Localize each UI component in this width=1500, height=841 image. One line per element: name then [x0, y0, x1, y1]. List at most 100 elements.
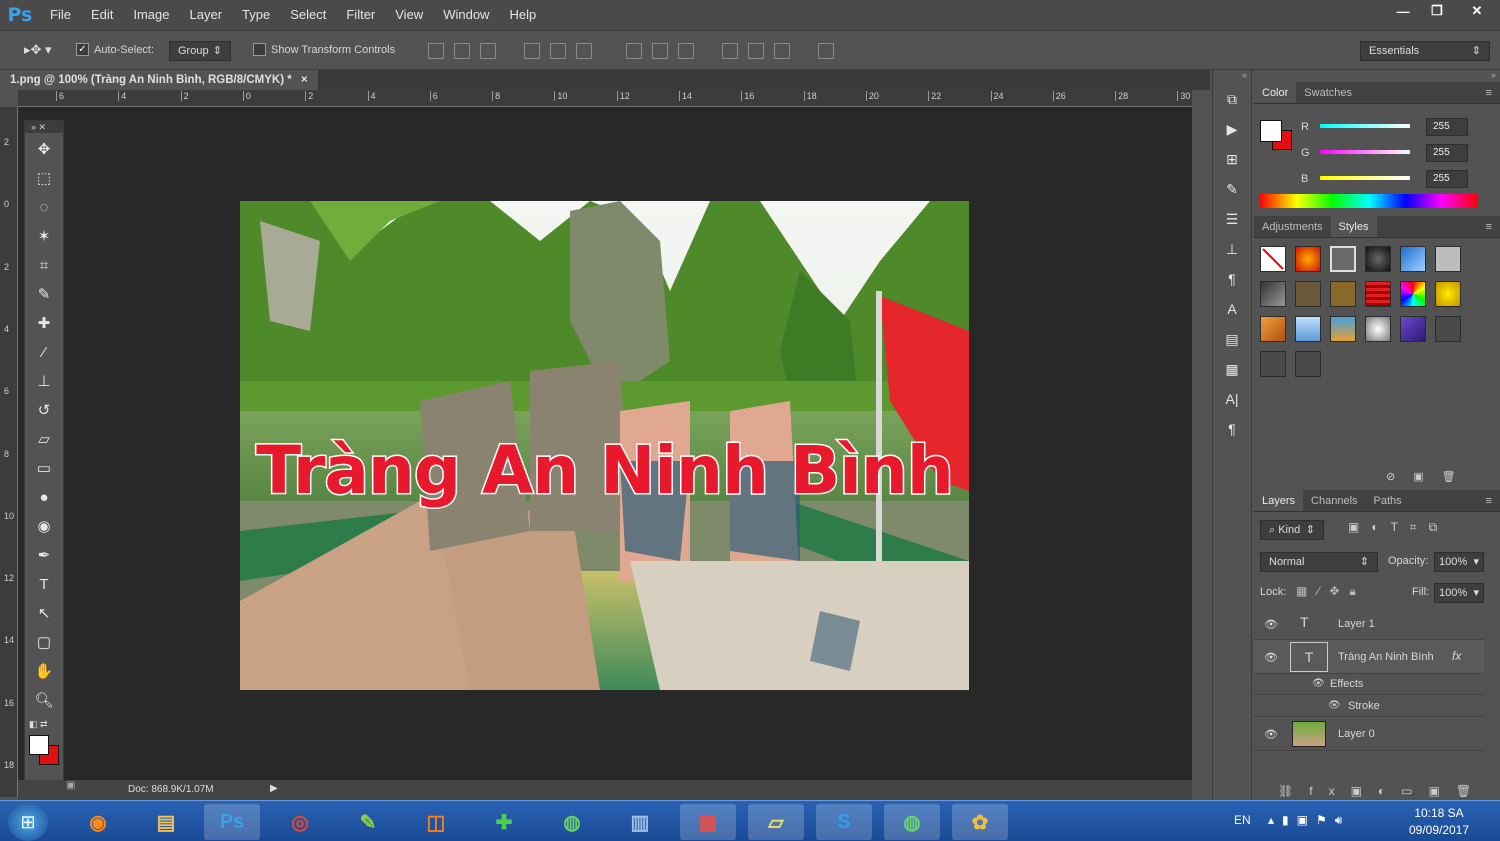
- menu-window[interactable]: Window: [433, 0, 499, 30]
- marquee-tool-icon[interactable]: ⬚: [28, 165, 60, 191]
- layers-footer-icons[interactable]: ⛓fx▣◐▭▣🗑︎: [1278, 784, 1487, 798]
- style-swatch[interactable]: [1400, 281, 1426, 307]
- document-tab[interactable]: 1.png @ 100% (Tràng An Ninh Bình, RGB/8/…: [0, 70, 318, 90]
- brush-presets-icon[interactable]: ☰: [1217, 206, 1247, 232]
- style-swatch[interactable]: [1435, 246, 1461, 272]
- restore-button[interactable]: ❐: [1420, 0, 1454, 22]
- hand-tool-icon[interactable]: ✋: [28, 658, 60, 684]
- tab-color[interactable]: Color: [1254, 82, 1297, 103]
- dodge-tool-icon[interactable]: ◉: [28, 513, 60, 539]
- firefox-icon[interactable]: ◉: [70, 804, 126, 840]
- notepad-icon[interactable]: ✎: [340, 804, 396, 840]
- r-value[interactable]: 255: [1426, 118, 1468, 136]
- style-swatch[interactable]: [1365, 281, 1391, 307]
- coccoc-icon[interactable]: ◍: [544, 804, 600, 840]
- layer-row[interactable]: 👁︎ T Layer 1: [1254, 608, 1484, 640]
- toolbox-header[interactable]: » ✕: [25, 121, 63, 133]
- history-panel-icon[interactable]: ⧉: [1217, 86, 1247, 112]
- style-swatch[interactable]: [1295, 351, 1321, 377]
- align-right-icon[interactable]: [576, 43, 592, 59]
- skype-icon[interactable]: S: [816, 804, 872, 840]
- fx-icon[interactable]: fx: [1452, 649, 1461, 663]
- app-icon[interactable]: ▦: [680, 804, 736, 840]
- character-panel-icon[interactable]: A|: [1217, 386, 1247, 412]
- menu-image[interactable]: Image: [123, 0, 179, 30]
- clock-time[interactable]: 10:18 SA: [1404, 806, 1474, 820]
- visibility-eye-icon[interactable]: 👁︎: [1264, 728, 1278, 741]
- align-bottom-icon[interactable]: [480, 43, 496, 59]
- clone-source-icon[interactable]: ⊥: [1217, 236, 1247, 262]
- gradient-tool-icon[interactable]: ▭: [28, 455, 60, 481]
- style-swatch[interactable]: [1330, 281, 1356, 307]
- path-select-tool-icon[interactable]: ↖: [28, 600, 60, 626]
- lasso-tool-icon[interactable]: ◌: [28, 194, 60, 220]
- blend-mode-dropdown[interactable]: Normal ⇕: [1260, 552, 1378, 572]
- document-canvas[interactable]: Tràng An Ninh Bình: [240, 201, 969, 690]
- notes-panel-icon[interactable]: ▤: [1217, 326, 1247, 352]
- menu-type[interactable]: Type: [232, 0, 280, 30]
- paragraph-styles-icon[interactable]: ¶: [1217, 266, 1247, 292]
- folder-icon[interactable]: ▱: [748, 804, 804, 840]
- tab-adjustments[interactable]: Adjustments: [1254, 216, 1331, 237]
- style-swatch[interactable]: [1260, 316, 1286, 342]
- healing-tool-icon[interactable]: ✚: [28, 310, 60, 336]
- status-menu-arrow[interactable]: ▶: [270, 783, 278, 794]
- show-transform-checkbox[interactable]: [253, 43, 266, 56]
- pen-tool-icon[interactable]: ✒: [28, 542, 60, 568]
- close-button[interactable]: ✕: [1454, 0, 1500, 22]
- distribute-bottom-icon[interactable]: [678, 43, 694, 59]
- lock-icons[interactable]: ▦⁄✥🔒︎: [1296, 584, 1366, 599]
- auto-select-dropdown[interactable]: Group ⇕: [169, 41, 231, 61]
- style-swatch[interactable]: [1400, 316, 1426, 342]
- photoshop-icon[interactable]: Ps: [204, 804, 260, 840]
- stroke-effect-row[interactable]: 👁︎ Stroke: [1254, 695, 1484, 717]
- align-vcenter-icon[interactable]: [454, 43, 470, 59]
- styles-footer-icons[interactable]: ⊘▣🗑︎: [1386, 470, 1474, 483]
- menu-view[interactable]: View: [385, 0, 433, 30]
- crop-tool-icon[interactable]: ⌗: [28, 252, 60, 278]
- type-tool-icon[interactable]: T: [28, 571, 60, 597]
- character-styles-icon[interactable]: A: [1217, 296, 1247, 322]
- style-swatch[interactable]: [1330, 246, 1356, 272]
- visibility-eye-icon[interactable]: 👁︎: [1264, 618, 1278, 631]
- effects-eye-icon[interactable]: 👁︎: [1312, 678, 1325, 689]
- align-left-icon[interactable]: [524, 43, 540, 59]
- tray-icons[interactable]: ▴▮▣⚑🔊︎: [1268, 813, 1350, 828]
- layer-filter-icons[interactable]: ▣◐T⌗⧉: [1348, 520, 1449, 535]
- eraser-tool-icon[interactable]: ▱: [28, 426, 60, 452]
- color-spectrum[interactable]: [1260, 194, 1478, 208]
- align-hcenter-icon[interactable]: [550, 43, 566, 59]
- blur-tool-icon[interactable]: ●: [28, 484, 60, 510]
- menu-select[interactable]: Select: [280, 0, 336, 30]
- style-swatch[interactable]: [1260, 351, 1286, 377]
- style-swatch[interactable]: [1365, 246, 1391, 272]
- panel-menu-icon[interactable]: ≡: [1478, 82, 1500, 103]
- move-tool-preset-icon[interactable]: ▸✥ ▾: [24, 42, 52, 58]
- workspace-dropdown[interactable]: Essentials ⇕: [1360, 41, 1490, 61]
- move-tool-icon[interactable]: ✥: [28, 136, 60, 162]
- chrome-icon[interactable]: ◎: [272, 804, 328, 840]
- r-slider[interactable]: [1320, 124, 1410, 128]
- coccoc-icon-2[interactable]: ◍: [884, 804, 940, 840]
- tab-paths[interactable]: Paths: [1366, 490, 1410, 511]
- clock-date[interactable]: 09/09/2017: [1404, 823, 1474, 837]
- auto-select-checkbox[interactable]: ✓: [76, 43, 89, 56]
- color-fg-swatch[interactable]: [1260, 120, 1282, 142]
- style-swatch[interactable]: [1435, 281, 1461, 307]
- style-swatch[interactable]: [1295, 316, 1321, 342]
- b-value[interactable]: 255: [1426, 170, 1468, 188]
- properties-panel-icon[interactable]: ⊞: [1217, 146, 1247, 172]
- visibility-eye-icon[interactable]: 👁︎: [1264, 651, 1278, 664]
- menu-edit[interactable]: Edit: [81, 0, 123, 30]
- actions-panel-icon[interactable]: ▶: [1217, 116, 1247, 142]
- layer-filter-dropdown[interactable]: ⌕ Kind ⇕: [1260, 520, 1324, 540]
- zoom-tool-icon[interactable]: 🔍︎: [28, 687, 60, 713]
- style-swatch[interactable]: [1330, 316, 1356, 342]
- style-none[interactable]: [1260, 246, 1286, 272]
- minimize-button[interactable]: —: [1386, 0, 1420, 22]
- paragraph-panel-icon[interactable]: ¶: [1217, 416, 1247, 442]
- menu-filter[interactable]: Filter: [336, 0, 385, 30]
- b-slider[interactable]: [1320, 176, 1410, 180]
- magic-wand-tool-icon[interactable]: ✶: [28, 223, 60, 249]
- g-slider[interactable]: [1320, 150, 1410, 154]
